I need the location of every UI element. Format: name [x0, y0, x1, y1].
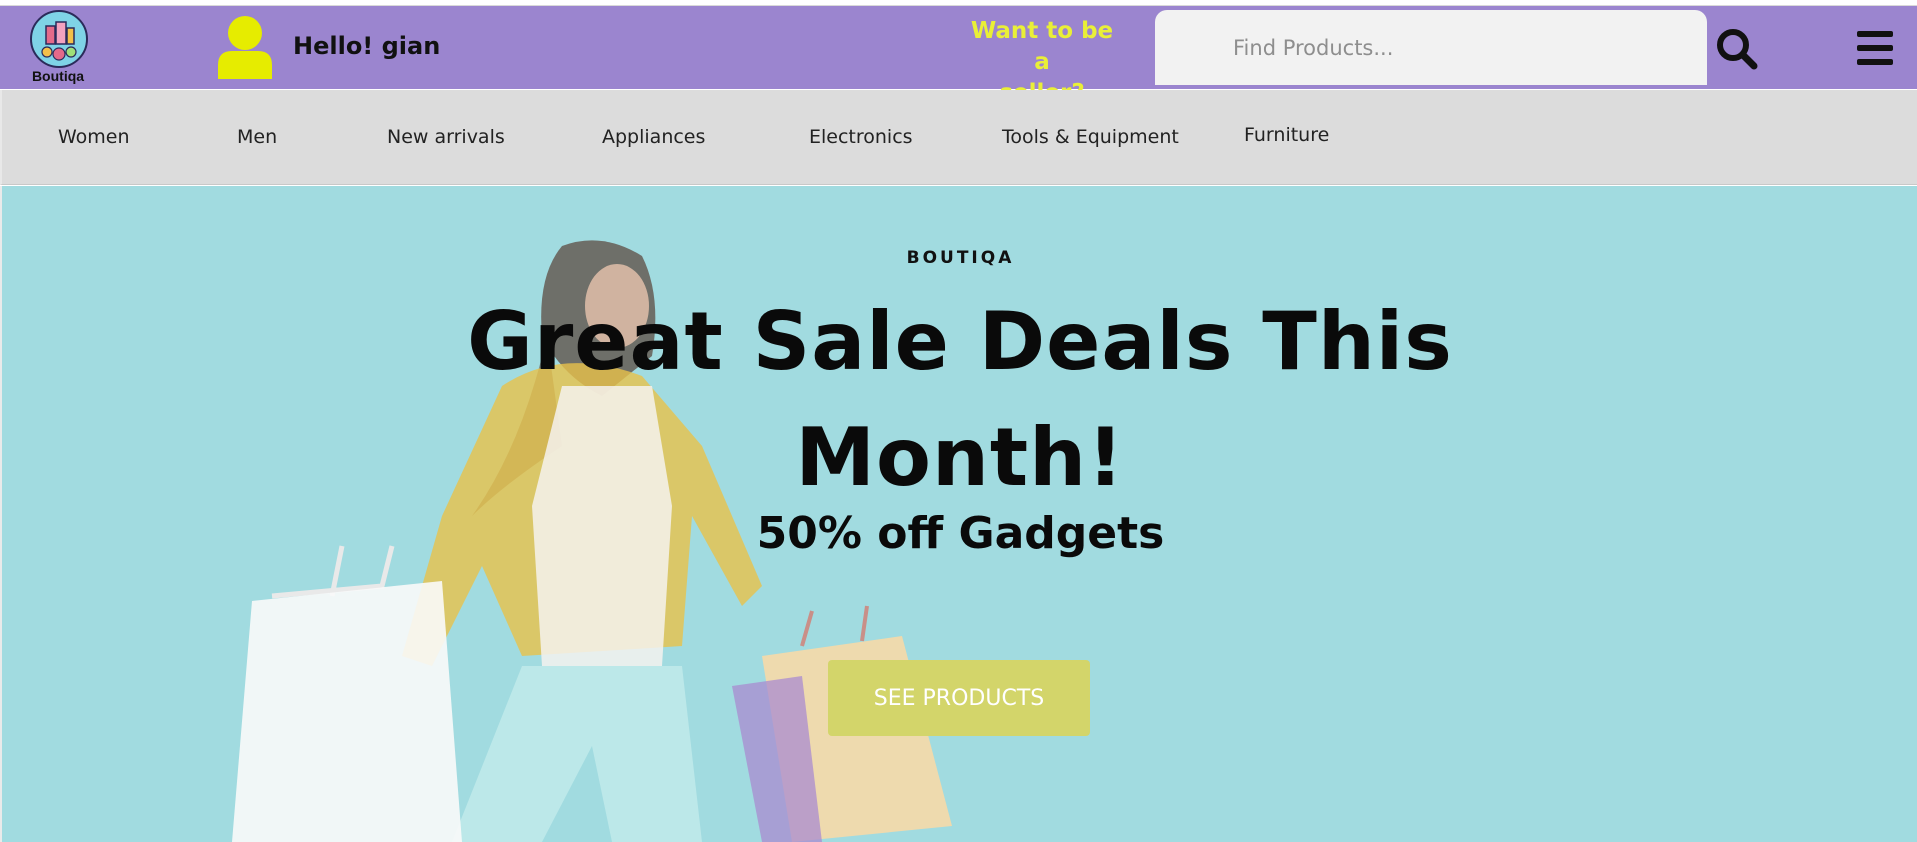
seller-link-line1: Want to be a — [970, 18, 1114, 75]
headline-line2: Month! — [795, 411, 1125, 504]
hamburger-menu-icon[interactable] — [1856, 28, 1894, 68]
category-tools-equipment[interactable]: Tools & Equipment — [1002, 126, 1179, 148]
category-new-arrivals[interactable]: New arrivals — [387, 126, 505, 148]
logo-emblem-icon — [30, 10, 88, 68]
user-avatar-icon[interactable] — [216, 15, 274, 79]
category-electronics[interactable]: Electronics — [809, 126, 913, 148]
category-nav: Women Men New arrivals Appliances Electr… — [0, 90, 1917, 185]
hero-headline: Great Sale Deals This Month! — [460, 284, 1460, 516]
hero-banner: BOUTIQA Great Sale Deals This Month! 50%… — [0, 186, 1917, 842]
boutiqa-logo[interactable]: Boutiqa — [27, 10, 89, 88]
category-women[interactable]: Women — [58, 126, 130, 148]
category-appliances[interactable]: Appliances — [602, 126, 705, 148]
category-men[interactable]: Men — [237, 126, 277, 148]
search-icon[interactable] — [1714, 26, 1760, 72]
search-input[interactable] — [1155, 10, 1707, 85]
category-furniture[interactable]: Furniture — [1244, 124, 1329, 146]
headline-line1: Great Sale Deals This — [467, 295, 1453, 388]
user-greeting: Hello! gian — [293, 32, 441, 60]
hero-subheadline: 50% off Gadgets — [756, 508, 1165, 559]
hero-eyebrow: BOUTIQA — [906, 248, 1015, 268]
see-products-button[interactable]: SEE PRODUCTS — [828, 660, 1090, 736]
logo-text: Boutiqa — [31, 68, 85, 84]
site-header: Boutiqa Hello! gian Want to be a seller? — [0, 6, 1917, 106]
